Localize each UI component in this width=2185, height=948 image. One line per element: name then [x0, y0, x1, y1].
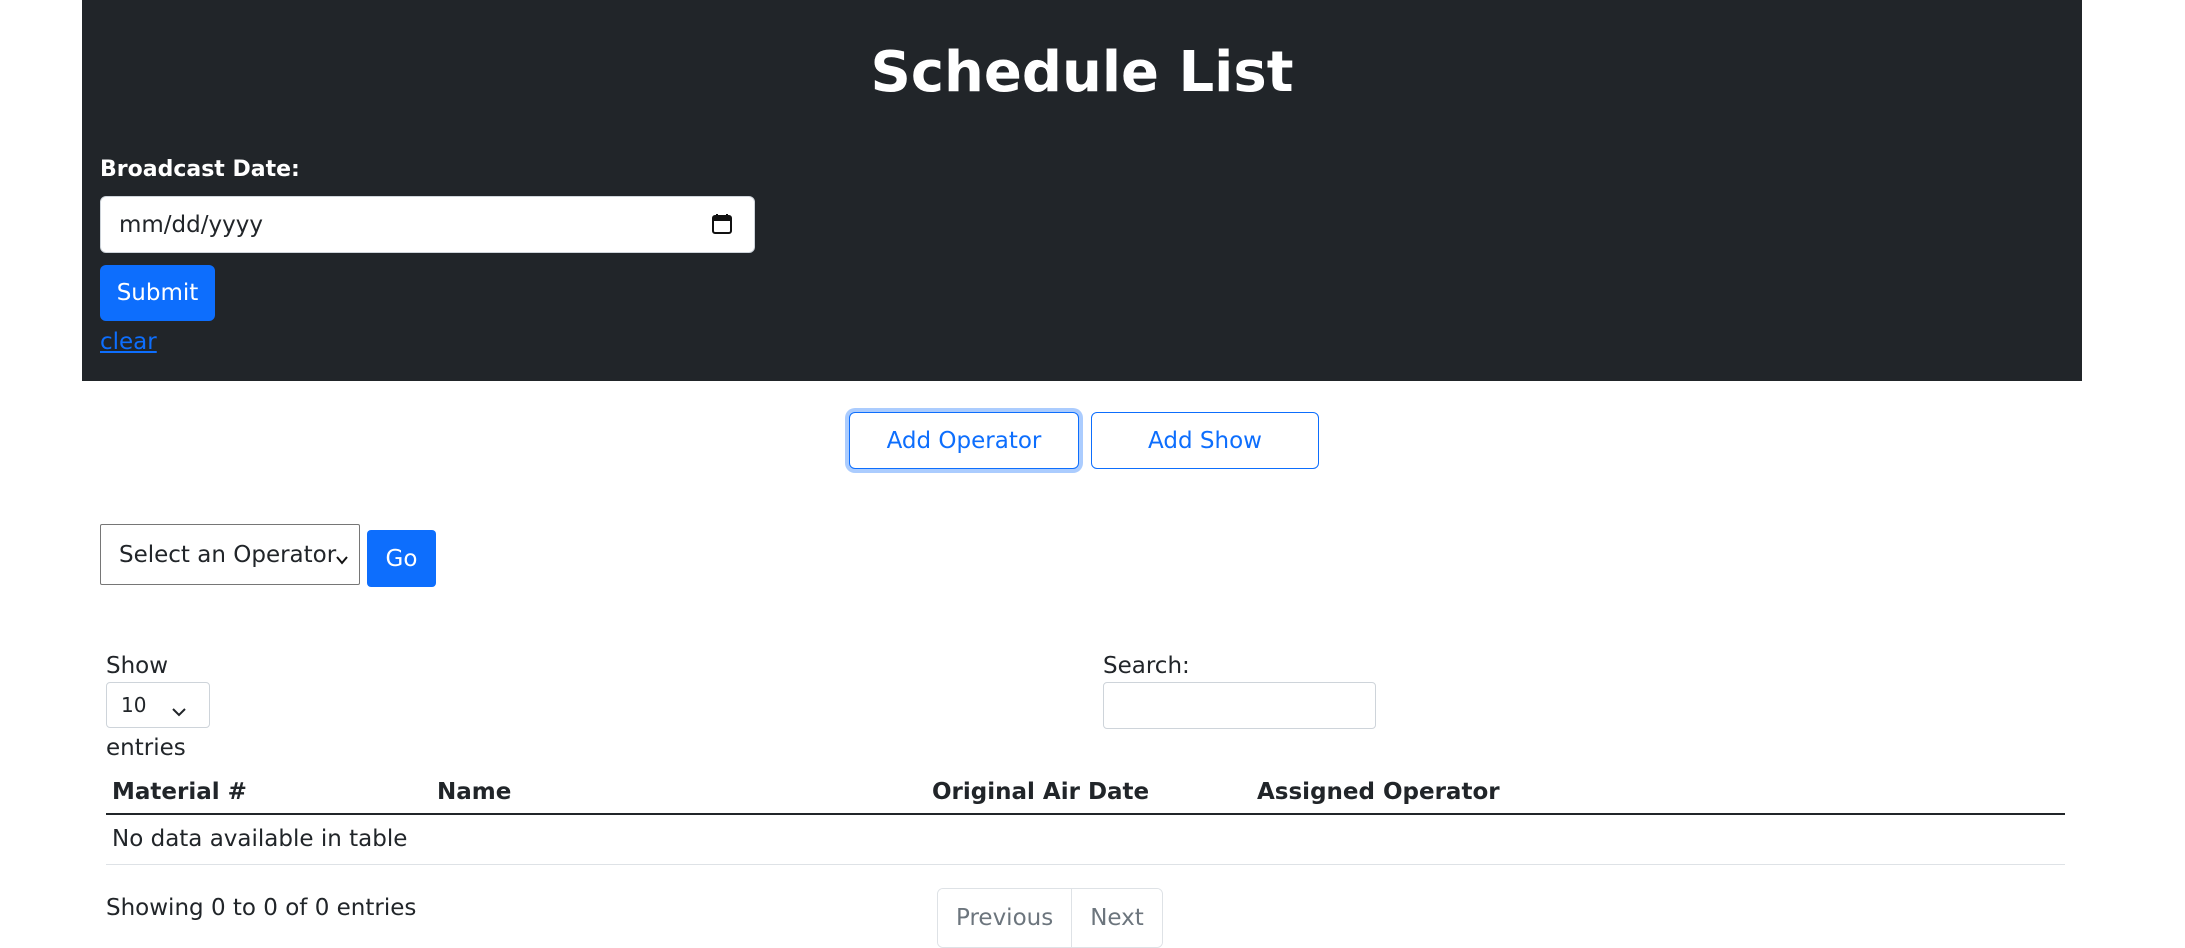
- clear-link[interactable]: clear: [100, 326, 157, 358]
- search-input[interactable]: [1103, 682, 1376, 729]
- chevron-down-icon: [171, 699, 187, 723]
- operator-select-value: Select an Operator: [119, 541, 337, 568]
- chevron-down-icon: [335, 547, 349, 573]
- page-length-value: 10: [121, 693, 147, 717]
- add-show-button[interactable]: Add Show: [1091, 412, 1319, 469]
- broadcast-date-label: Broadcast Date:: [100, 157, 300, 182]
- previous-page-button[interactable]: Previous: [938, 889, 1072, 947]
- entries-label: entries: [106, 735, 186, 761]
- add-operator-button[interactable]: Add Operator: [849, 412, 1079, 469]
- column-header-name[interactable]: Name: [431, 770, 926, 815]
- page-title: Schedule List: [870, 40, 1294, 105]
- operator-select[interactable]: Select an Operator: [100, 524, 360, 585]
- search-label: Search:: [1103, 653, 1190, 679]
- column-header-original-air-date[interactable]: Original Air Date: [926, 770, 1251, 815]
- go-button[interactable]: Go: [367, 530, 436, 587]
- table-header-row: Material # Name Original Air Date Assign…: [106, 770, 2065, 815]
- table-row: No data available in table: [106, 814, 2065, 865]
- column-header-material[interactable]: Material #: [106, 770, 431, 815]
- calendar-icon[interactable]: [710, 212, 736, 238]
- next-page-button[interactable]: Next: [1071, 889, 1162, 947]
- broadcast-date-input[interactable]: mm/dd/yyyy: [100, 196, 755, 253]
- empty-table-message: No data available in table: [106, 814, 2065, 865]
- table-info: Showing 0 to 0 of 0 entries: [106, 895, 417, 921]
- show-entries-label: Show: [106, 653, 169, 679]
- date-input-placeholder: mm/dd/yyyy: [119, 211, 263, 238]
- page-length-select[interactable]: 10: [106, 682, 210, 728]
- submit-button[interactable]: Submit: [100, 265, 215, 321]
- page-header: Schedule List Broadcast Date: mm/dd/yyyy…: [82, 0, 2082, 381]
- pagination: Previous Next: [937, 888, 1163, 948]
- schedule-table: Material # Name Original Air Date Assign…: [106, 770, 2065, 865]
- column-header-assigned-operator[interactable]: Assigned Operator: [1251, 770, 2065, 815]
